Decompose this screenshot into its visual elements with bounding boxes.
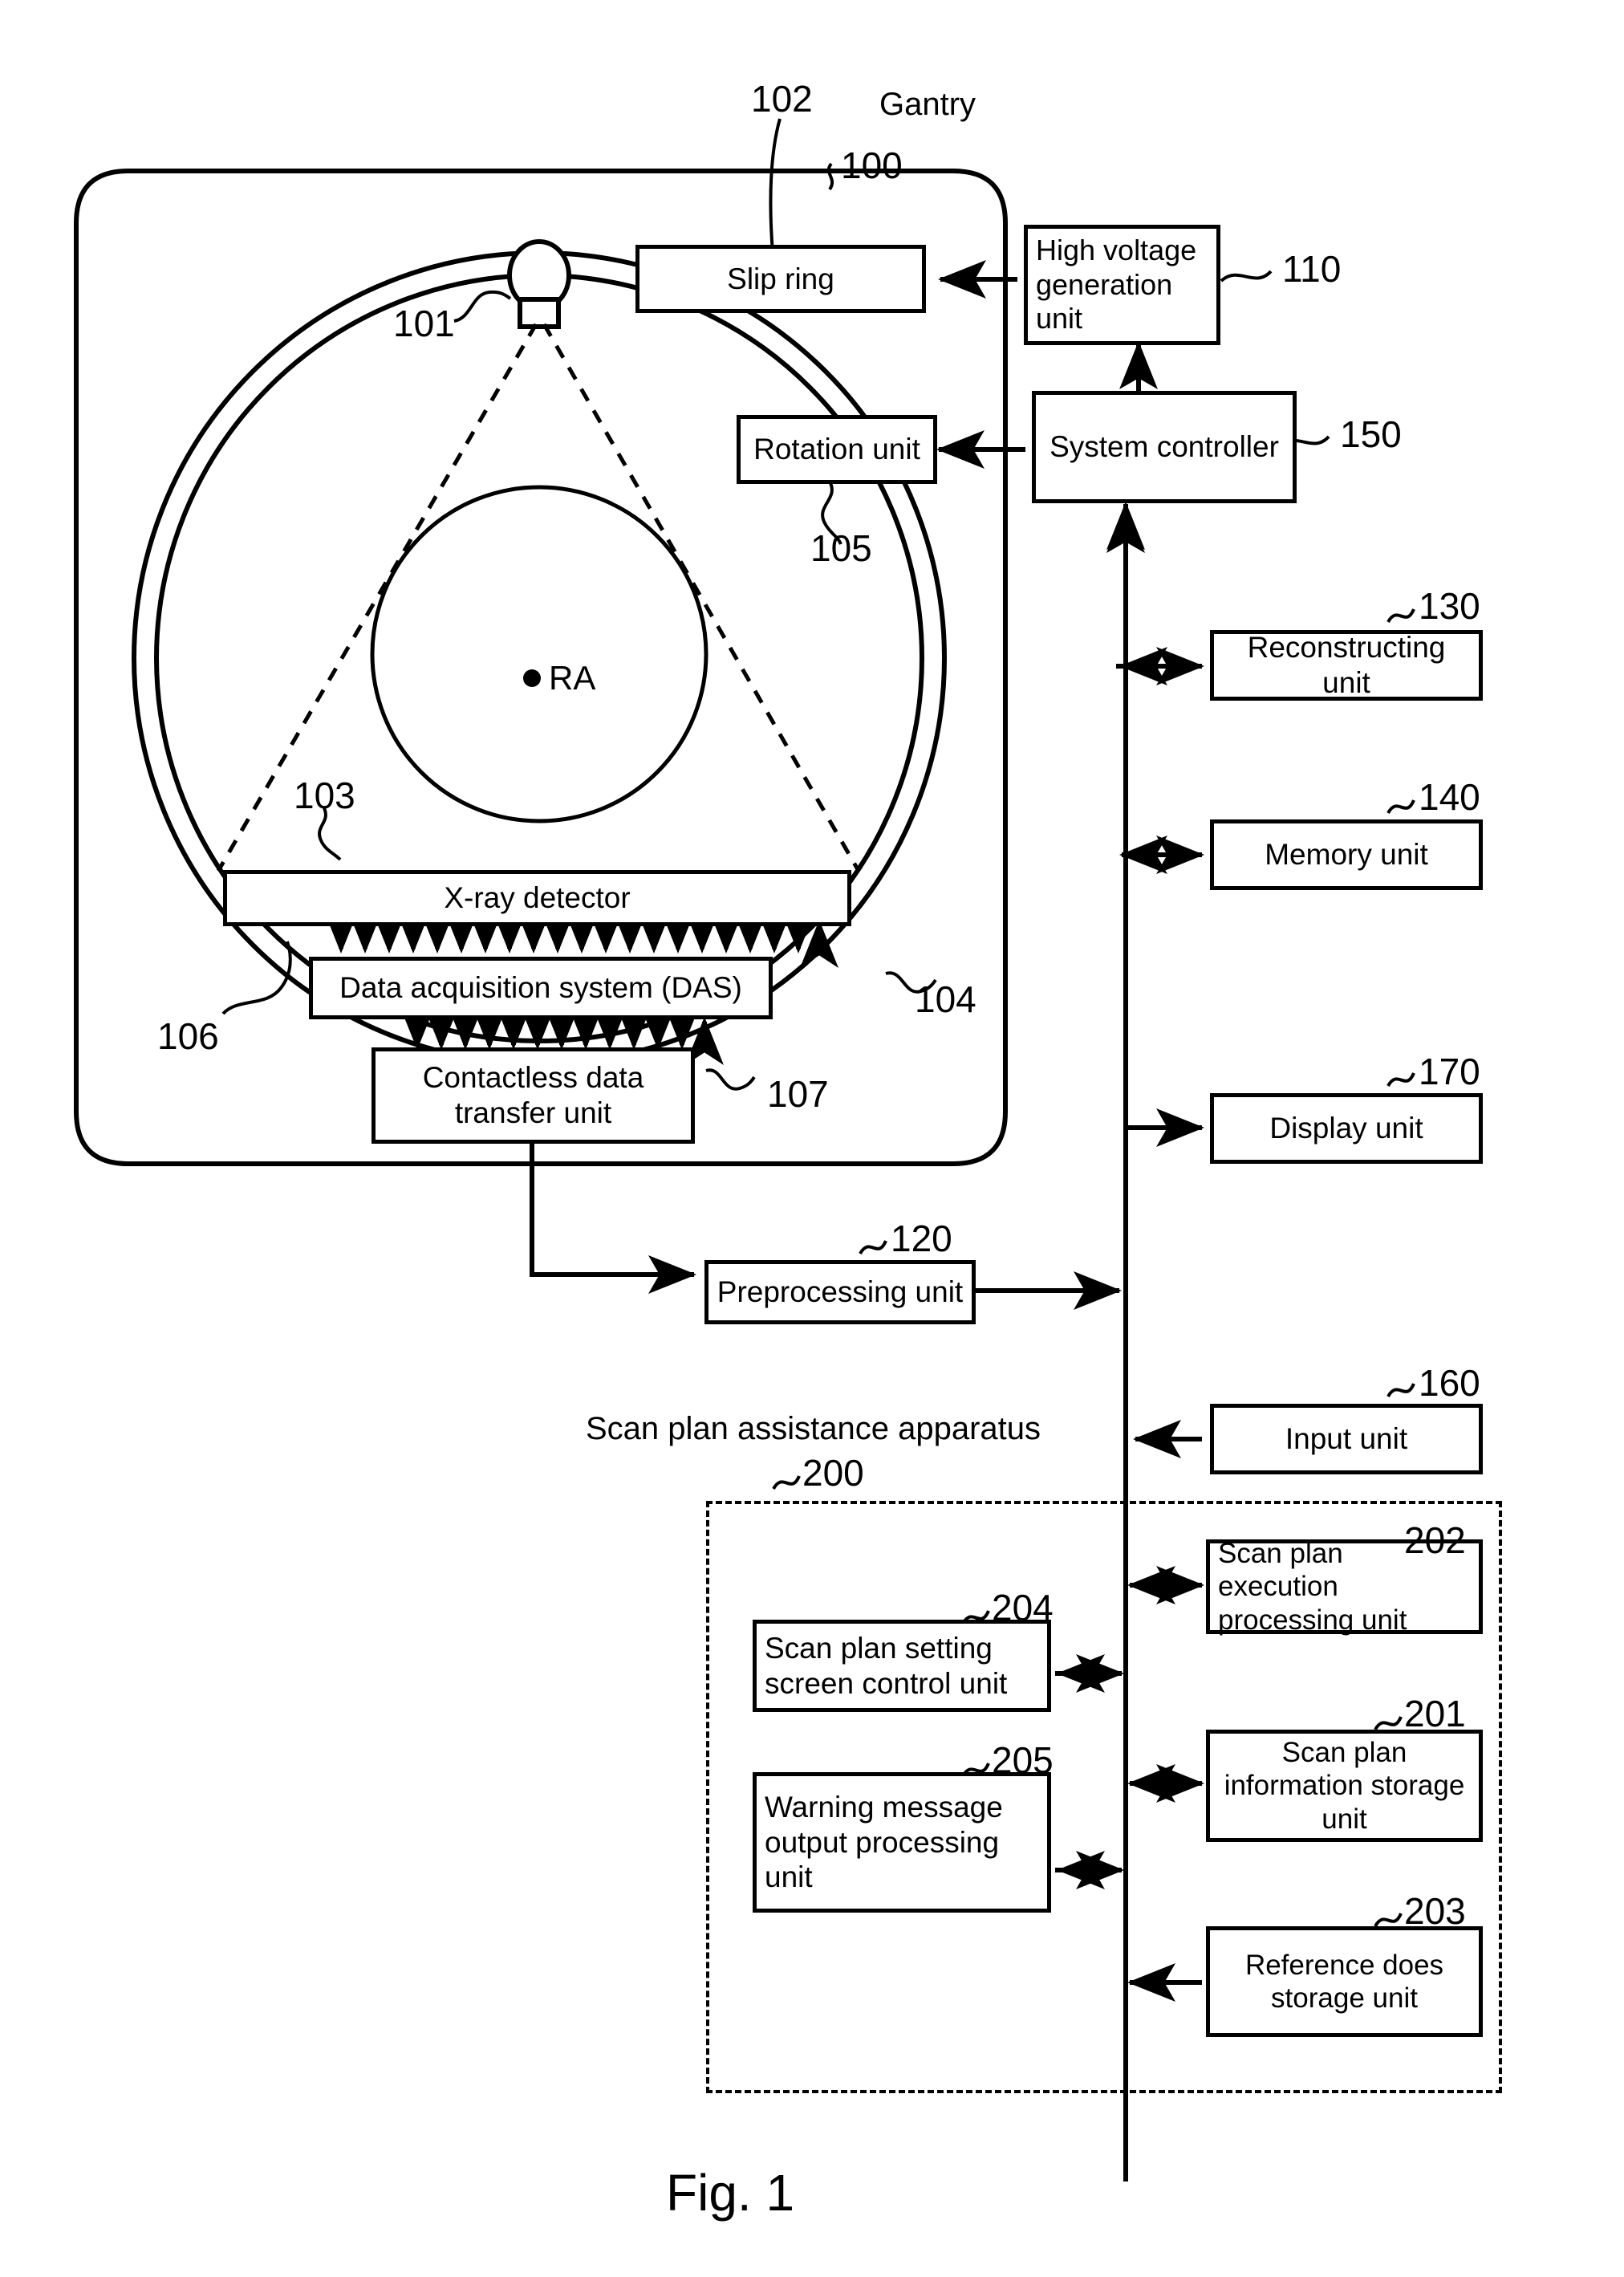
box-rotation-label: Rotation unit — [753, 433, 920, 466]
box-xray-detector[interactable]: X-ray detector — [223, 870, 851, 926]
box-warning-message-output-processing-unit[interactable]: Warning message output processing unit — [753, 1772, 1051, 1913]
box-xray-detector-label: X-ray detector — [444, 881, 631, 915]
ref-numeral-201: 201 — [1404, 1693, 1466, 1734]
ref-numeral-110: 110 — [1282, 248, 1342, 290]
box-contactless-data-transfer-unit[interactable]: Contactless data transfer unit — [371, 1047, 695, 1144]
box-slip-ring-label: Slip ring — [727, 262, 834, 295]
box-memory-label: Memory unit — [1265, 838, 1428, 872]
box-reference-dose-label: Reference does storage unit — [1244, 1949, 1444, 2014]
gantry-title-label: Gantry — [879, 87, 976, 122]
leader-160 — [1386, 1383, 1415, 1398]
box-scan-plan-setting-screen-control-unit[interactable]: Scan plan setting screen control unit — [753, 1620, 1051, 1712]
ref-numeral-170: 170 — [1419, 1051, 1480, 1092]
box-das-label: Data acquisition system (DAS) — [339, 971, 742, 1005]
ref-numeral-106: 106 — [157, 1015, 219, 1057]
ref-numeral-100: 100 — [841, 144, 903, 186]
leader-101 — [453, 290, 512, 323]
leader-107 — [705, 1068, 756, 1091]
box-input-unit[interactable]: Input unit — [1210, 1404, 1483, 1474]
box-high-voltage-label: High voltage generation unit — [1036, 234, 1197, 335]
ref-numeral-150: 150 — [1340, 413, 1402, 455]
arrows-das-to-contactless — [398, 1002, 724, 1065]
ref-numeral-204: 204 — [992, 1587, 1054, 1628]
leader-106 — [221, 941, 292, 1015]
subject-circle — [370, 485, 708, 823]
box-rotation-unit[interactable]: Rotation unit — [737, 415, 937, 484]
box-data-acquisition-system[interactable]: Data acquisition system (DAS) — [309, 957, 773, 1019]
scan-plan-assistance-apparatus-label: Scan plan assistance apparatus — [586, 1411, 1041, 1446]
box-contactless-label: Contactless data transfer unit — [422, 1061, 644, 1129]
leader-120 — [859, 1240, 887, 1255]
figure-caption: Fig. 1 — [666, 2164, 795, 2222]
leader-170 — [1386, 1072, 1415, 1088]
box-slip-ring[interactable]: Slip ring — [635, 245, 926, 313]
box-display-unit[interactable]: Display unit — [1210, 1093, 1483, 1164]
box-display-label: Display unit — [1269, 1112, 1423, 1145]
box-memory-unit[interactable]: Memory unit — [1210, 819, 1483, 890]
ref-numeral-104: 104 — [915, 978, 976, 1020]
ref-numeral-120: 120 — [891, 1218, 952, 1259]
ref-numeral-140: 140 — [1419, 776, 1480, 818]
ref-numeral-130: 130 — [1419, 585, 1480, 627]
leader-110 — [1220, 270, 1273, 283]
leader-130 — [1386, 608, 1415, 624]
leader-100 — [826, 162, 834, 191]
box-scan-plan-info-label: Scan plan information storage unit — [1224, 1737, 1465, 1835]
box-system-controller[interactable]: System controller — [1032, 391, 1297, 503]
box-preprocessing-unit[interactable]: Preprocessing unit — [704, 1260, 976, 1324]
rotation-axis-label: RA — [549, 659, 596, 697]
rotating-ring — [132, 250, 947, 1066]
rotation-axis-dot — [523, 669, 541, 687]
leader-102 — [769, 118, 782, 254]
arrows-detector-to-das — [322, 905, 838, 968]
box-preprocessing-label: Preprocessing unit — [717, 1275, 964, 1309]
box-reference-dose-storage-unit[interactable]: Reference does storage unit — [1206, 1926, 1483, 2037]
ref-numeral-202: 202 — [1404, 1519, 1466, 1561]
box-input-label: Input unit — [1285, 1422, 1408, 1456]
ref-numeral-205: 205 — [992, 1739, 1054, 1781]
ref-numeral-102: 102 — [751, 78, 813, 120]
ref-numeral-103: 103 — [294, 775, 355, 816]
box-reconstructing-unit[interactable]: Reconstructing unit — [1210, 630, 1483, 701]
box-scan-plan-information-storage-unit[interactable]: Scan plan information storage unit — [1206, 1730, 1483, 1842]
ref-numeral-107: 107 — [767, 1073, 829, 1115]
leader-140 — [1386, 799, 1415, 815]
connector-contactless-to-preprocessing — [530, 1144, 696, 1294]
ref-numeral-203: 203 — [1404, 1890, 1466, 1932]
box-reconstructing-label: Reconstructing unit — [1247, 631, 1446, 699]
box-scan-plan-setting-label: Scan plan setting screen control unit — [765, 1631, 1008, 1700]
ref-numeral-200: 200 — [802, 1452, 864, 1494]
box-warning-message-label: Warning message output processing unit — [765, 1791, 1003, 1894]
box-high-voltage-generation-unit[interactable]: High voltage generation unit — [1024, 225, 1220, 345]
ref-numeral-160: 160 — [1419, 1362, 1480, 1404]
patent-figure-1: Slip ring High voltage generation unit R… — [0, 0, 1624, 2277]
ref-numeral-105: 105 — [810, 527, 872, 569]
ref-numeral-101: 101 — [393, 303, 455, 344]
xray-tube — [507, 239, 571, 329]
box-system-controller-label: System controller — [1050, 430, 1279, 464]
leader-200 — [772, 1475, 801, 1490]
